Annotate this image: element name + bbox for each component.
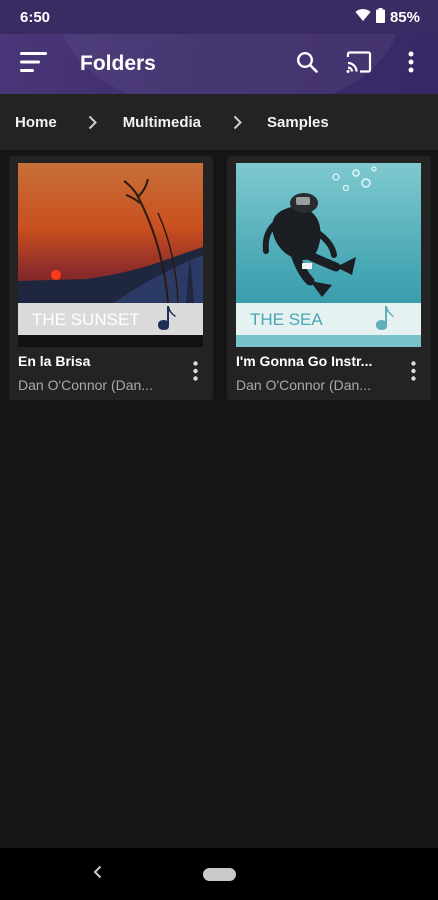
album-art-caption: THE SUNSET — [32, 310, 140, 329]
cast-icon — [346, 50, 372, 78]
media-item-card[interactable]: THE SEA I'm Gonna Go Instr... Dan O'Conn… — [227, 156, 431, 400]
media-item-title: En la Brisa — [18, 353, 91, 369]
search-icon — [296, 51, 318, 78]
more-vertical-icon — [410, 360, 416, 386]
more-vertical-icon — [408, 51, 414, 78]
album-art-thumbnail: THE SEA — [236, 163, 421, 347]
overflow-menu-button[interactable] — [396, 49, 426, 79]
app-bar: Folders — [0, 34, 438, 94]
search-button[interactable] — [292, 49, 322, 79]
status-icons: 85% — [355, 7, 420, 27]
album-art-thumbnail: THE SUNSET — [18, 163, 203, 347]
media-item-artist: Dan O'Connor (Dan... — [236, 377, 371, 393]
menu-icon — [20, 51, 48, 78]
breadcrumb-samples[interactable]: Samples — [267, 114, 329, 131]
item-more-button[interactable] — [185, 360, 205, 386]
back-button[interactable] — [86, 862, 110, 886]
chevron-right-icon — [217, 115, 257, 130]
menu-button[interactable] — [20, 47, 54, 81]
breadcrumb-multimedia[interactable]: Multimedia — [123, 114, 201, 131]
page-title: Folders — [80, 52, 156, 75]
media-item-title: I'm Gonna Go Instr... — [236, 353, 373, 369]
wifi-icon — [355, 8, 371, 26]
media-item-artist: Dan O'Connor (Dan... — [18, 377, 153, 393]
battery-percent: 85% — [389, 8, 420, 26]
album-art-caption: THE SEA — [250, 310, 323, 329]
chevron-right-icon — [73, 115, 113, 130]
breadcrumb-home[interactable]: Home — [15, 114, 57, 131]
media-item-card[interactable]: THE SUNSET En la Brisa Dan O'Connor (Dan… — [9, 156, 213, 400]
app-bar-actions — [292, 34, 426, 94]
status-time: 6:50 — [20, 8, 51, 26]
chevron-left-icon — [93, 865, 103, 884]
cast-button[interactable] — [344, 49, 374, 79]
breadcrumb: Home Multimedia Samples — [0, 94, 438, 150]
more-vertical-icon — [192, 360, 198, 386]
status-bar: 6:50 85% — [0, 0, 438, 34]
system-nav-bar — [0, 848, 438, 900]
item-more-button[interactable] — [403, 360, 423, 386]
battery-icon — [375, 7, 385, 27]
home-pill-button[interactable] — [203, 868, 236, 881]
